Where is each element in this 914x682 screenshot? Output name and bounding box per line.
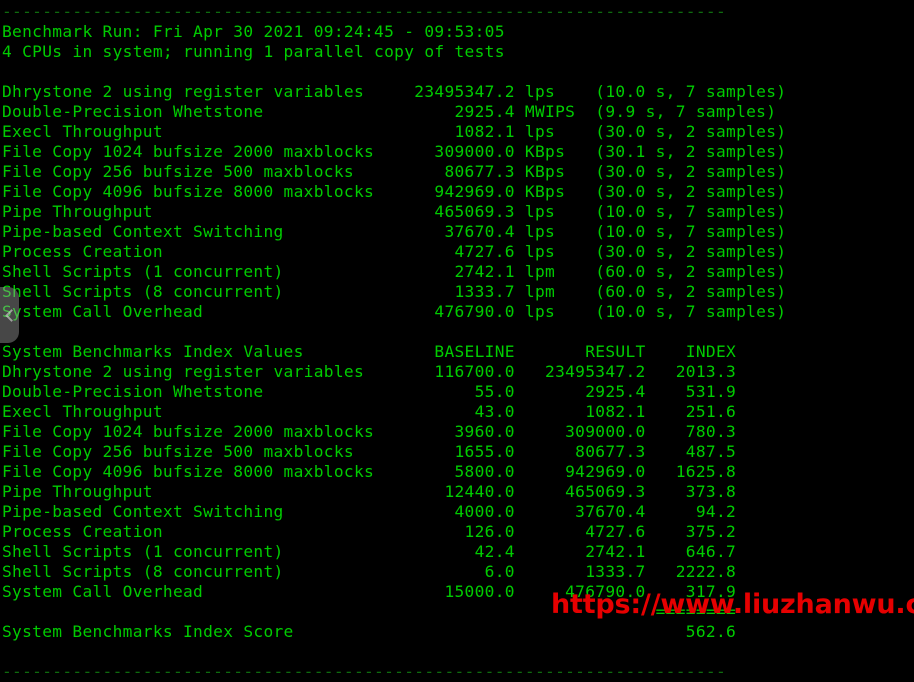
- chevron-left-icon: [4, 308, 18, 322]
- bottom-rule: ----------------------------------------…: [2, 662, 727, 681]
- site-watermark: https://www.liuzhanwu.cn: [551, 589, 914, 620]
- terminal-output: ----------------------------------------…: [0, 0, 914, 682]
- slide-out-panel-handle[interactable]: [0, 287, 19, 343]
- terminal-window: ----------------------------------------…: [0, 0, 914, 681]
- results-block: Dhrystone 2 using register variables 234…: [2, 82, 787, 321]
- cpu-info-line: 4 CPUs in system; running 1 parallel cop…: [2, 42, 505, 61]
- top-rule: ----------------------------------------…: [2, 2, 727, 21]
- benchmark-run-line: Benchmark Run: Fri Apr 30 2021 09:24:45 …: [2, 22, 505, 41]
